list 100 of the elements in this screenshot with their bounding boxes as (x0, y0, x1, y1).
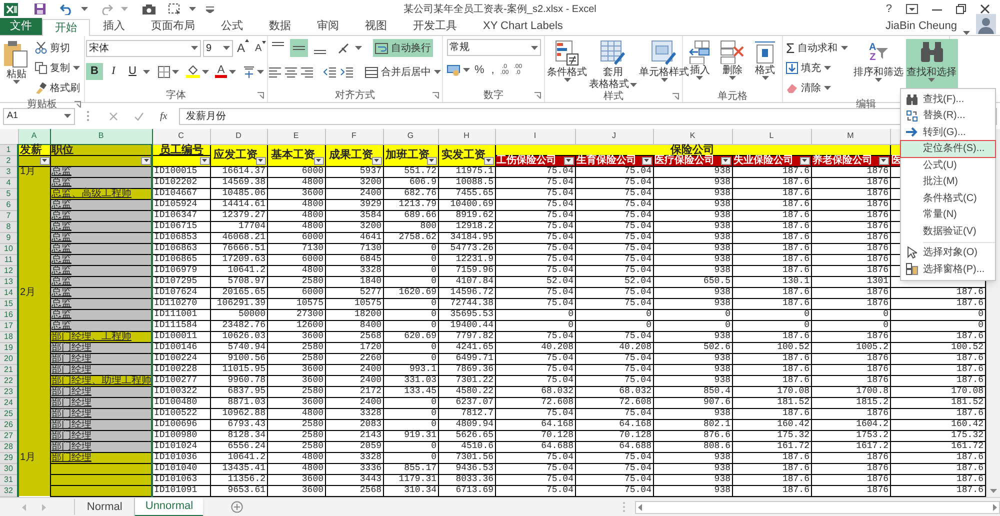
ribbon-tab[interactable]: 公式 (208, 18, 256, 35)
align-lines-icon[interactable] (269, 66, 281, 78)
dialog-launcher-icon[interactable] (432, 92, 439, 99)
column-header[interactable]: M (811, 129, 890, 144)
ribbon-tab[interactable]: XY Chart Labels (470, 18, 576, 35)
undo-icon[interactable] (60, 4, 73, 14)
menu-item[interactable]: 查找(F)... (901, 91, 995, 108)
filter-button[interactable] (878, 156, 888, 164)
file-tab[interactable]: 文件 (0, 18, 42, 35)
accounting-icon[interactable] (446, 64, 460, 76)
ribbon-button[interactable]: 自动换行 (373, 39, 433, 57)
add-sheet-icon[interactable] (231, 501, 244, 513)
font-name-field[interactable]: 宋体 (86, 40, 201, 56)
fill-color-icon[interactable] (186, 65, 200, 78)
style-button[interactable]: U (124, 63, 141, 80)
grow-font-button[interactable]: A (235, 39, 252, 57)
ribbon-button[interactable]: A Z 排序和筛选 (852, 39, 906, 91)
ribbon-tab[interactable]: 审阅 (304, 18, 352, 35)
column-header[interactable]: A (18, 129, 50, 144)
dialog-launcher-icon[interactable] (672, 93, 679, 100)
number-format-field[interactable]: 常规 (446, 39, 540, 56)
ribbon-button[interactable]: 格式 (753, 39, 778, 89)
font-size-field[interactable]: 9 (203, 40, 233, 56)
filter-button[interactable] (800, 156, 810, 164)
column-header[interactable]: J (575, 129, 653, 144)
column-header[interactable]: G (383, 129, 438, 144)
scroll-down-icon[interactable] (990, 488, 997, 492)
insert-function-button[interactable]: fx (160, 108, 168, 124)
filter-button[interactable] (200, 156, 210, 164)
filter-button[interactable] (642, 156, 652, 164)
save-icon[interactable] (34, 3, 46, 15)
style-button[interactable]: I (105, 63, 122, 80)
filter-button[interactable] (141, 156, 151, 164)
camera-icon[interactable] (142, 4, 156, 14)
dialog-launcher-icon[interactable] (257, 92, 264, 99)
align-lines-icon[interactable] (301, 66, 313, 78)
filter-button[interactable] (372, 156, 382, 164)
customize-icon[interactable] (206, 5, 214, 13)
column-header[interactable]: H (438, 129, 495, 144)
number-format-button[interactable]: % (472, 62, 486, 78)
phonetic-icon[interactable] (243, 65, 255, 78)
border-icon[interactable] (158, 66, 170, 78)
ribbon-button[interactable]: 单元格样式 (638, 39, 690, 89)
align-button[interactable] (290, 39, 308, 57)
menu-item[interactable]: 选择窗格(P)... (901, 261, 995, 278)
filter-button[interactable] (256, 156, 266, 164)
menu-item[interactable]: 转到(G)... (901, 124, 995, 140)
font-color-button[interactable]: A (215, 65, 227, 78)
scroll-right-icon[interactable] (993, 504, 997, 510)
ribbon-button[interactable]: 套用 表格格式 (588, 39, 638, 89)
filter-button[interactable] (484, 156, 494, 164)
number-format-button[interactable]: , (489, 62, 496, 78)
filter-button[interactable] (40, 156, 50, 164)
selection-icon[interactable] (168, 3, 181, 15)
ribbon-button[interactable]: 格式刷 (32, 79, 82, 97)
column-header[interactable]: L (732, 129, 811, 144)
ribbon-button[interactable]: 合并后居中 (363, 63, 443, 81)
column-header[interactable]: E (267, 129, 325, 144)
ribbon-button[interactable]: 填充 (784, 59, 850, 77)
ribbon-button[interactable]: 条件格式 (546, 39, 588, 89)
indent-icon[interactable] (323, 66, 336, 78)
ribbon-button[interactable]: 复制 (32, 59, 82, 77)
ribbon-button[interactable]: 清除 (784, 79, 850, 97)
column-header[interactable]: F (325, 129, 383, 144)
column-header[interactable]: B (50, 129, 152, 144)
align-lines-icon[interactable] (285, 66, 297, 78)
column-header[interactable]: C (152, 129, 210, 144)
menu-item[interactable]: 替换(R)... (901, 108, 995, 124)
column-header[interactable]: I (495, 129, 575, 144)
indent-icon[interactable] (340, 66, 353, 78)
style-button[interactable]: B (86, 63, 103, 80)
scroll-left-icon[interactable] (638, 504, 642, 510)
shrink-font-button[interactable]: A (253, 40, 268, 56)
ribbon-button[interactable]: 插入 (688, 39, 712, 89)
menu-item[interactable]: 定位条件(S)... (901, 140, 995, 157)
dialog-launcher-icon[interactable] (74, 101, 81, 108)
column-header[interactable]: K (653, 129, 732, 144)
ribbon-tab[interactable]: 开发工具 (400, 18, 470, 35)
ribbon-tab[interactable]: 页面布局 (138, 18, 208, 35)
help-button[interactable]: ? (886, 0, 892, 18)
restore-icon[interactable] (956, 4, 966, 14)
ribbon-button[interactable]: 删除 (719, 39, 746, 89)
close-icon[interactable] (980, 4, 990, 14)
dialog-launcher-icon[interactable] (534, 92, 541, 99)
column-header[interactable]: D (210, 129, 267, 144)
filter-button[interactable] (720, 156, 730, 164)
ribbon-tab[interactable]: 视图 (352, 18, 400, 35)
autosum-button[interactable]: Σ 自动求和 (784, 39, 850, 57)
user-name[interactable]: JiaBin Cheung (885, 18, 957, 35)
ribbon-tab[interactable]: 插入 (90, 18, 138, 35)
ribbon-options-icon[interactable] (906, 4, 918, 14)
filter-button[interactable] (314, 156, 324, 164)
ribbon-button[interactable]: 粘贴 (2, 39, 30, 89)
name-box[interactable]: A1 (3, 108, 75, 124)
ribbon-tab[interactable]: 开始 (42, 19, 90, 36)
excel-logo-icon[interactable] (4, 2, 18, 16)
horizontal-scrollbar[interactable] (635, 500, 1000, 514)
ribbon-button[interactable]: 查找和选择 (906, 39, 958, 89)
ribbon-tab[interactable]: 数据 (256, 18, 304, 35)
filter-button[interactable] (564, 156, 574, 164)
